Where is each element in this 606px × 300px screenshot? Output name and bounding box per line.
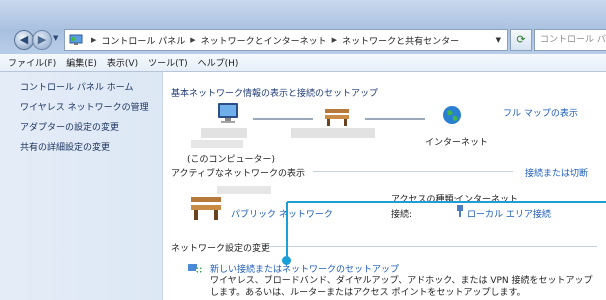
search-input[interactable]: コントロール パネ bbox=[534, 29, 606, 51]
breadcrumb-network-sharing-center[interactable]: ネットワークと共有センター bbox=[342, 34, 459, 47]
blurred-text bbox=[191, 140, 243, 148]
active-networks-heading: アクティブなネットワークの表示 bbox=[171, 169, 306, 179]
address-dropdown-icon[interactable]: ▼ bbox=[496, 36, 501, 44]
this-computer-label: (このコンピューター) bbox=[187, 155, 276, 165]
refresh-icon[interactable]: ⟳ bbox=[510, 29, 532, 51]
sidebar-item-manage-wireless[interactable]: ワイヤレス ネットワークの管理 bbox=[20, 102, 152, 114]
connection-line bbox=[365, 118, 425, 120]
access-type-label: アクセスの種類: bbox=[391, 195, 457, 205]
basic-network-heading: 基本ネットワーク情報の表示と接続のセットアップ bbox=[171, 89, 379, 99]
full-map-link[interactable]: フル マップの表示 bbox=[503, 106, 578, 119]
sidebar-item-advanced-sharing[interactable]: 共有の詳細設定の変更 bbox=[20, 142, 152, 154]
menu-bar: ファイル(F) 編集(E) 表示(V) ツール(T) ヘルプ(H) bbox=[0, 54, 606, 72]
computer-icon bbox=[218, 103, 238, 123]
menu-tools[interactable]: ツール(T) bbox=[148, 56, 188, 69]
breadcrumb-separator-icon: ▶ bbox=[91, 36, 97, 44]
new-connection-icon bbox=[188, 264, 202, 273]
address-bar[interactable]: ▶ コントロール パネル ▶ ネットワークとインターネット ▶ ネットワークと共… bbox=[64, 29, 508, 51]
breadcrumb-separator-icon[interactable]: ▶ bbox=[332, 36, 337, 44]
internet-globe-icon bbox=[443, 106, 461, 124]
title-bar bbox=[0, 0, 606, 26]
connect-disconnect-link[interactable]: 接続または切断 bbox=[525, 166, 588, 179]
control-panel-icon bbox=[69, 34, 83, 45]
public-network-bench-icon bbox=[325, 109, 349, 126]
breadcrumb-control-panel[interactable]: コントロール パネル bbox=[101, 34, 185, 47]
navigation-bar: ◀ ▶ ▼ ▶ コントロール パネル ▶ ネットワークとインターネット ▶ ネッ… bbox=[0, 26, 606, 54]
task-pane: コントロール パネル ホーム ワイヤレス ネットワークの管理 アダプターの設定の… bbox=[0, 72, 163, 300]
forward-button[interactable]: ▶ bbox=[32, 30, 52, 50]
menu-view[interactable]: 表示(V) bbox=[107, 56, 138, 69]
access-type-value: インターネット bbox=[455, 195, 519, 205]
breadcrumb-separator-icon[interactable]: ▶ bbox=[190, 36, 195, 44]
new-connection-setup-link[interactable]: 新しい接続またはネットワークのセットアップ bbox=[210, 262, 399, 275]
recent-pages-dropdown-icon[interactable]: ▼ bbox=[53, 34, 61, 44]
callout-line bbox=[287, 201, 606, 203]
blurred-network-name bbox=[291, 128, 375, 138]
public-network-bench-icon bbox=[191, 197, 221, 220]
blurred-computer-name bbox=[201, 128, 247, 138]
section-divider bbox=[267, 246, 597, 247]
connection-line bbox=[253, 118, 313, 120]
back-button[interactable]: ◀ bbox=[14, 30, 34, 50]
sidebar-item-adapter-settings[interactable]: アダプターの設定の変更 bbox=[20, 122, 152, 134]
callout-marker bbox=[282, 256, 291, 265]
ethernet-plug-icon bbox=[457, 205, 463, 217]
setup-description: ワイヤレス、ブロードバンド、ダイヤルアップ、アドホック、または VPN 接続をセ… bbox=[210, 276, 593, 298]
local-area-connection-link[interactable]: ローカル エリア接続 bbox=[467, 207, 551, 220]
connections-label: 接続: bbox=[391, 210, 413, 220]
menu-file[interactable]: ファイル(F) bbox=[8, 56, 56, 69]
main-content: 基本ネットワーク情報の表示と接続のセットアップ フル マップの表示 インターネッ… bbox=[163, 72, 606, 300]
blurred-network-name bbox=[217, 186, 271, 194]
change-settings-heading: ネットワーク設定の変更 bbox=[171, 244, 271, 254]
internet-label: インターネット bbox=[425, 138, 489, 148]
sidebar-item-control-panel-home[interactable]: コントロール パネル ホーム bbox=[20, 82, 152, 94]
window-frame: ◀ ▶ ▼ ▶ コントロール パネル ▶ ネットワークとインターネット ▶ ネッ… bbox=[0, 0, 606, 300]
menu-edit[interactable]: 編集(E) bbox=[66, 56, 97, 69]
callout-line bbox=[286, 202, 288, 260]
breadcrumb-network-internet[interactable]: ネットワークとインターネット bbox=[201, 34, 327, 47]
section-divider bbox=[313, 171, 513, 172]
menu-help[interactable]: ヘルプ(H) bbox=[198, 56, 239, 69]
network-type-link[interactable]: パブリック ネットワーク bbox=[231, 207, 333, 220]
